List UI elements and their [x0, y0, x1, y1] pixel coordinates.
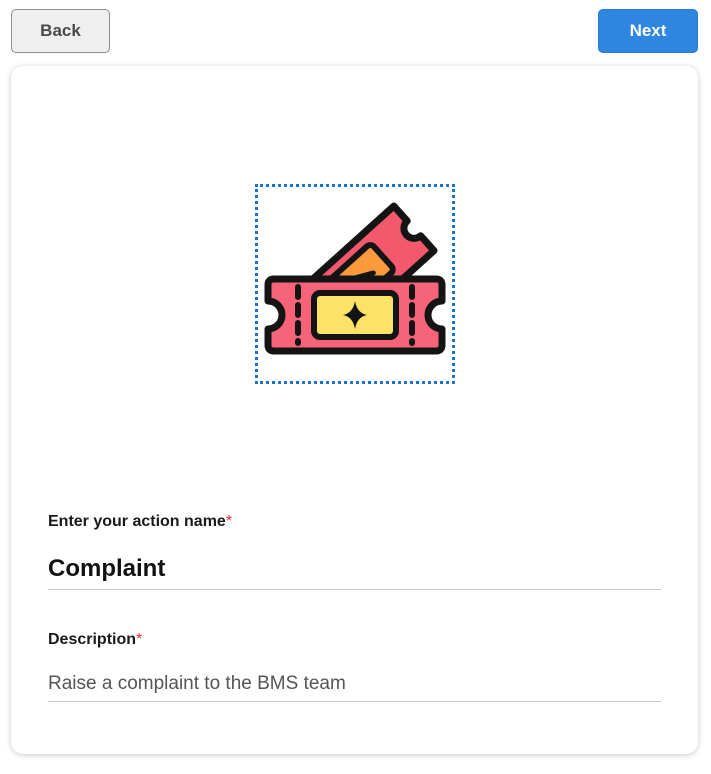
description-label: Description*: [48, 631, 142, 649]
required-marker: *: [225, 513, 233, 530]
action-name-input[interactable]: [48, 548, 661, 590]
action-form-card: Enter your action name* Description*: [11, 66, 698, 754]
description-input[interactable]: [48, 666, 661, 702]
ticket-icon: [264, 202, 446, 355]
next-button[interactable]: Next: [598, 9, 698, 53]
top-toolbar: Back Next: [0, 0, 711, 62]
action-name-label: Enter your action name*: [48, 513, 232, 531]
required-marker: *: [136, 631, 143, 648]
action-name-label-text: Enter your action name: [48, 513, 226, 530]
back-button[interactable]: Back: [11, 9, 110, 53]
description-label-text: Description: [48, 631, 137, 648]
action-icon-picker[interactable]: [255, 184, 455, 384]
